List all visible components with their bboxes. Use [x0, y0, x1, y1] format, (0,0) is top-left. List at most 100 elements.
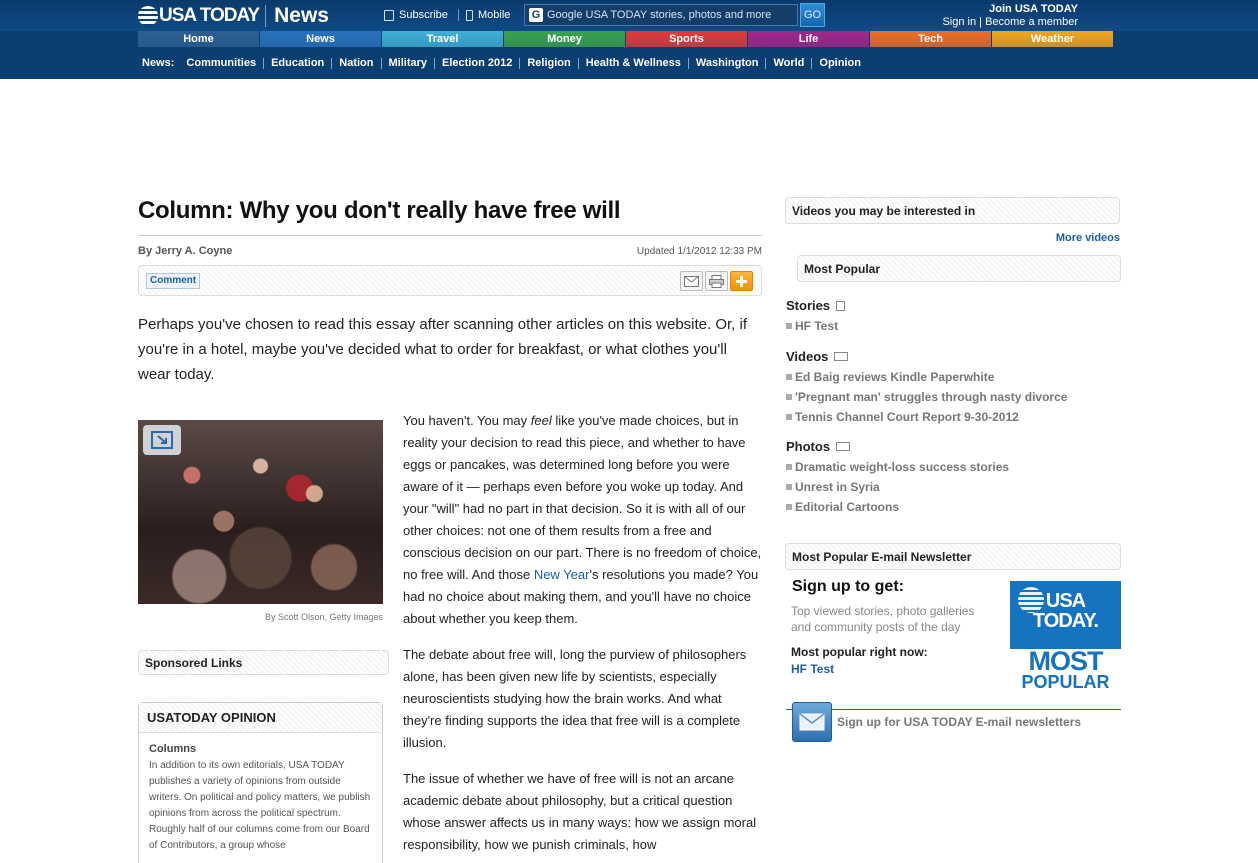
nav-tab-sports[interactable]: Sports [626, 31, 748, 47]
sub-nav-label: News: [142, 57, 175, 69]
photos-heading: Photos [786, 439, 851, 454]
nav-tab-travel[interactable]: Travel [382, 31, 504, 47]
globe-logo-icon [1018, 587, 1044, 613]
sub-nav-item[interactable]: Health & Wellness [586, 57, 681, 69]
opinion-columns-heading: Columns [149, 743, 197, 755]
sub-nav-item[interactable]: Opinion [819, 57, 861, 69]
account-links: Join USA TODAY Sign in | Become a member [942, 3, 1078, 29]
sub-nav-item[interactable]: Education [271, 57, 324, 69]
photo-credit: By Scott Olson, Getty Images [264, 612, 383, 622]
videos-list-item[interactable]: Ed Baig reviews Kindle Paperwhite [786, 367, 1067, 387]
article-headline: Column: Why you don't really have free w… [138, 197, 621, 224]
nav-tab-money[interactable]: Money [504, 31, 626, 47]
sponsored-links-header: Sponsored Links [138, 650, 389, 675]
article-photo-crowd[interactable] [138, 420, 383, 604]
sub-nav-item[interactable]: Election 2012 [442, 57, 512, 69]
photos-list-item[interactable]: Unrest in Syria [786, 477, 1009, 497]
sign-in-link[interactable]: Sign in [942, 16, 976, 28]
envelope-icon[interactable] [792, 702, 832, 742]
sub-nav-item[interactable]: Military [389, 57, 428, 69]
print-icon[interactable] [705, 271, 728, 291]
article-toolbar: Comment [138, 265, 762, 296]
photos-list-item[interactable]: Editorial Cartoons [786, 497, 1009, 517]
sub-nav-item[interactable]: Washington [696, 57, 759, 69]
sub-nav-separator [765, 57, 767, 69]
article-paragraph: You haven't. You may feel like you've ma… [403, 410, 763, 630]
badge-blue-block: USA TODAY. [1010, 581, 1121, 649]
videos-list-item[interactable]: 'Pregnant man' struggles through nasty d… [786, 387, 1067, 407]
nav-tab-tech[interactable]: Tech [870, 31, 992, 47]
most-popular-now-label: Most popular right now: [791, 645, 928, 659]
videos-list-item[interactable]: Tennis Channel Court Report 9-30-2012 [786, 407, 1067, 427]
section-name[interactable]: News [274, 4, 329, 28]
signup-title: Sign up to get: [792, 578, 904, 595]
emphasis-text: feel [530, 413, 552, 428]
sub-nav-item[interactable]: Religion [527, 57, 570, 69]
mobile-phone-icon [466, 9, 473, 21]
article-paragraph: The debate about free will, long the pur… [403, 647, 747, 750]
main-nav: Home News Travel Money Sports Life Tech Weather [138, 31, 1114, 47]
sub-nav-separator [519, 57, 521, 69]
mobile-label: Mobile [478, 9, 511, 21]
sub-nav-item[interactable]: Nation [339, 57, 373, 69]
opinion-body: Columns In addition to its own editorial… [139, 733, 382, 862]
mobile-link[interactable]: Mobile [466, 9, 510, 21]
stories-list: HF Test [786, 316, 838, 336]
photo-camera-icon [836, 442, 851, 451]
photos-label: Photos [786, 439, 831, 454]
paragraph-text: like you've made choices, but in reality… [403, 413, 762, 582]
opinion-text: Roughly half of our columns come from ou… [149, 824, 370, 851]
most-popular-now-link[interactable]: HF Test [791, 662, 834, 676]
sub-nav-separator [331, 57, 333, 69]
stories-list-item[interactable]: HF Test [786, 316, 838, 336]
document-icon [836, 300, 846, 311]
search-go-button[interactable]: GO [800, 3, 825, 27]
subscribe-label: Subscribe [399, 9, 448, 21]
email-icon[interactable] [680, 271, 703, 291]
stories-heading: Stories [786, 298, 846, 313]
nav-tab-life[interactable]: Life [748, 31, 870, 47]
comment-button[interactable]: Comment [146, 273, 201, 289]
expand-photo-icon[interactable] [143, 425, 181, 455]
sub-nav-separator [687, 57, 689, 69]
search-box: G [524, 4, 798, 26]
opinion-box: USATODAY OPINION Columns In addition to … [138, 702, 383, 863]
logo-divider [265, 5, 267, 27]
search-input[interactable] [547, 9, 787, 21]
newsletter-divider [786, 709, 1121, 710]
more-videos-link[interactable]: More videos [1056, 232, 1120, 244]
subscribe-link[interactable]: Subscribe [384, 9, 448, 21]
nav-tab-weather[interactable]: Weather [992, 31, 1114, 47]
headline-rule [138, 235, 762, 236]
sub-nav-separator [577, 57, 579, 69]
signup-description: Top viewed stories, photo galleries and … [791, 604, 975, 634]
videos-heading: Videos [786, 349, 849, 364]
newsletter-signup-link[interactable]: Sign up for USA TODAY E-mail newsletters [837, 715, 1081, 729]
opinion-text: In addition to its own editorials, USA T… [149, 760, 371, 819]
become-member-link[interactable]: Become a member [985, 16, 1078, 28]
photos-list-item[interactable]: Dramatic weight-loss success stories [786, 457, 1009, 477]
join-link[interactable]: Join USA TODAY [989, 3, 1078, 15]
updated-timestamp: Updated 1/1/2012 12:33 PM [636, 246, 762, 257]
most-popular-header: Most Popular [797, 255, 1121, 282]
sub-nav-item[interactable]: World [773, 57, 804, 69]
nav-tab-home[interactable]: Home [138, 31, 260, 47]
sub-nav-item[interactable]: Communities [186, 57, 256, 69]
article-lead: Perhaps you've chosen to read this essay… [138, 316, 748, 383]
usa-today-logo[interactable]: USA TODAY News [138, 4, 329, 28]
newspaper-icon [384, 9, 394, 21]
badge-line: MOST [1028, 646, 1104, 676]
stories-label: Stories [786, 298, 831, 313]
globe-logo-icon [138, 6, 158, 26]
logo-text: USA TODAY [159, 5, 260, 26]
sub-nav-separator [434, 57, 436, 69]
new-year-link[interactable]: New Year [534, 567, 590, 582]
masthead-divider [458, 9, 459, 21]
share-plus-icon[interactable] [730, 271, 753, 291]
article-paragraph: The issue of whether we have of free wil… [403, 771, 757, 852]
paragraph-text: You haven't. You may [403, 413, 531, 428]
badge-line: TODAY. [1032, 610, 1099, 632]
sub-nav-separator [263, 57, 265, 69]
sub-nav: News: Communities Education Nation Military… [142, 57, 861, 69]
nav-tab-news[interactable]: News [260, 31, 382, 47]
